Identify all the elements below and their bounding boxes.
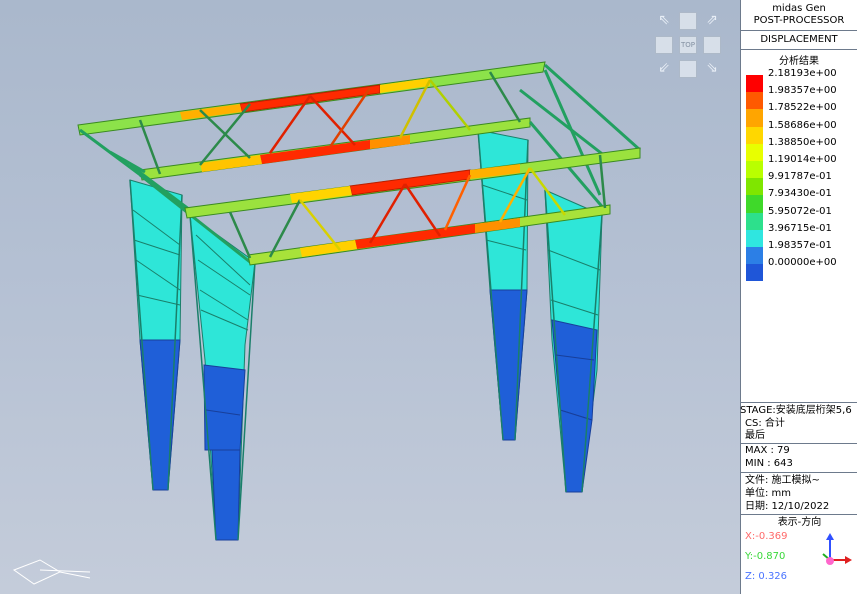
legend-value: 1.78522e+00 [768,102,837,114]
divider [741,443,857,444]
legend-row: 1.78522e+00 [741,101,857,127]
legend-value: 0.00000e+00 [768,257,837,269]
structure-model[interactable] [0,0,740,594]
divider [741,30,857,31]
min-label: MIN : 643 [745,458,793,469]
legend-row: 5.95072e-01 [741,205,857,230]
date-label: 日期: 12/10/2022 [745,501,830,512]
back-left-column [129,179,183,491]
app-name: midas Gen [772,3,826,14]
view-top-button[interactable]: TOP [679,36,697,54]
direction-z: Z: 0.326 [745,571,788,582]
divider [741,49,857,50]
view-right-button[interactable] [703,36,721,54]
legend-row: 7.93430e-01 [741,187,857,213]
view-cube[interactable]: ⇖ ⇗ TOP ⇙ ⇘ [655,12,723,80]
legend-value: 2.18193e+00 [768,68,837,79]
view-arrow-se-icon[interactable]: ⇘ [703,60,721,78]
cs-label: CS: 合计 [745,418,785,429]
unit-label: 单位: mm [745,488,792,499]
legend-value: 1.98357e+00 [768,85,837,97]
global-axis-icon [12,559,91,585]
legend-row: 0.00000e+00 [741,256,857,282]
right-side-truss [519,63,642,211]
view-back-button[interactable] [679,60,697,78]
legend-row: 1.98357e-01 [741,239,857,265]
direction-x: X:-0.369 [745,531,788,542]
view-arrow-ne-icon[interactable]: ⇗ [703,12,721,30]
legend-value: 1.19014e+00 [768,154,837,165]
front-left-column [189,213,256,541]
legend-row: 1.58686e+00 [741,119,857,144]
legend-value: 9.91787e-01 [768,171,832,183]
direction-title: 表示-方向 [777,517,822,528]
legend-value: 1.38850e+00 [768,136,837,148]
legend-swatch [746,264,763,282]
legend-row: 2.18193e+00 [741,67,857,93]
view-front-button[interactable] [679,12,697,30]
back-truss [77,61,546,181]
legend-panel: midas Gen POST-PROCESSOR DISPLACEMENT 分析… [740,0,857,594]
step-label: 最后 [745,430,765,441]
direction-y: Y:-0.870 [745,551,786,562]
mode-label: POST-PROCESSOR [753,15,845,26]
direction-axis-icon [822,533,852,565]
view-arrow-nw-icon[interactable]: ⇖ [655,12,673,30]
legend-value: 1.58686e+00 [768,119,837,131]
result-type: DISPLACEMENT [760,34,838,45]
view-arrow-sw-icon[interactable]: ⇙ [655,60,673,78]
divider [741,472,857,473]
legend-row: 9.91787e-01 [741,170,857,196]
legend-value: 7.93430e-01 [768,188,832,200]
max-label: MAX : 79 [745,445,790,456]
legend-row: 1.98357e+00 [741,84,857,110]
model-viewport[interactable]: ⇖ ⇗ TOP ⇙ ⇘ [0,0,740,594]
file-label: 文件: 施工模拟~ [745,475,820,486]
legend-row: 3.96715e-01 [741,222,857,247]
legend-value: 1.98357e-01 [768,240,832,251]
front-right-column [544,189,603,493]
legend-value: 5.95072e-01 [768,205,832,217]
legend-row: 1.19014e+00 [741,153,857,179]
view-left-button[interactable] [655,36,673,54]
legend-value: 3.96715e-01 [768,222,832,234]
stage-label: STAGE:安装底层桁架5,6 [740,405,852,416]
legend-row: 1.38850e+00 [741,136,857,161]
divider [741,514,857,515]
divider [741,402,857,403]
